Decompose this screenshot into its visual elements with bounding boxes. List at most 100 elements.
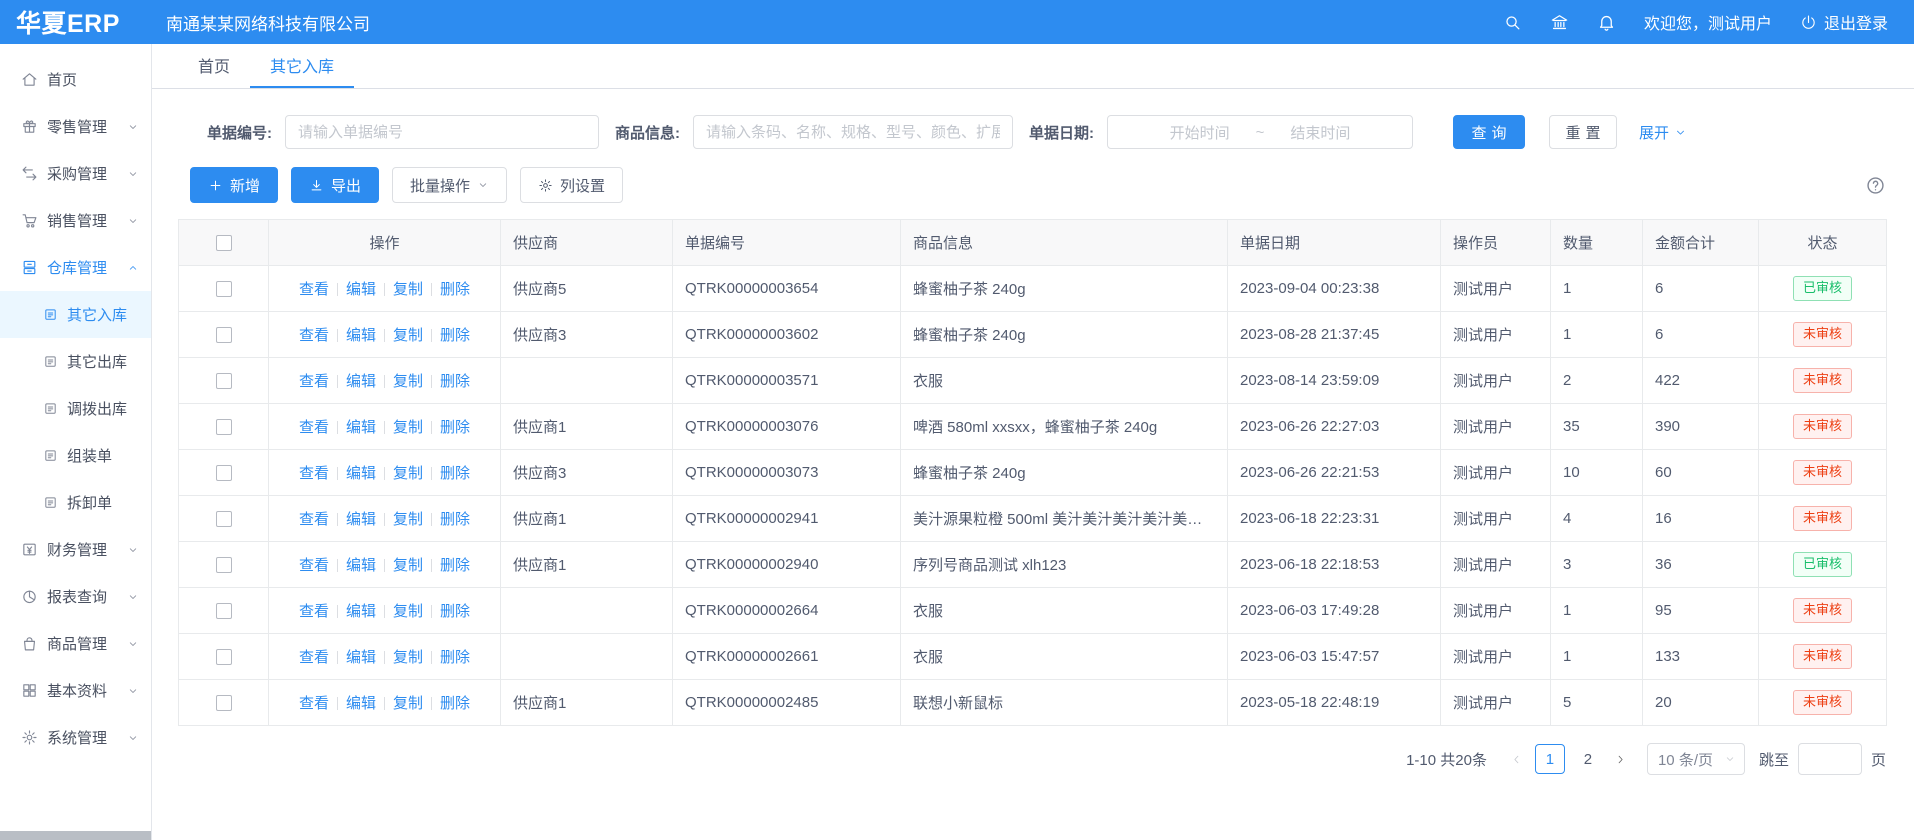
date-range-input[interactable]: 开始时间 ~ 结束时间: [1107, 115, 1413, 149]
row-checkbox[interactable]: [216, 465, 232, 481]
operation-delete[interactable]: 删除: [440, 373, 470, 390]
operation-edit[interactable]: 编辑: [346, 695, 376, 712]
row-checkbox[interactable]: [216, 603, 232, 619]
sidebar-scrollbar[interactable]: [0, 831, 151, 840]
operation-edit[interactable]: 编辑: [346, 511, 376, 528]
operation-view[interactable]: 查看: [299, 511, 329, 528]
cell-bill-no: QTRK00000003073: [673, 450, 901, 496]
search-icon[interactable]: [1503, 13, 1522, 32]
operation-view[interactable]: 查看: [299, 603, 329, 620]
operation-delete[interactable]: 删除: [440, 465, 470, 482]
operation-edit[interactable]: 编辑: [346, 327, 376, 344]
next-page-button[interactable]: [1607, 744, 1635, 774]
table-row: 查看编辑复制删除QTRK00000002661衣服2023-06-03 15:4…: [179, 634, 1887, 680]
operation-view[interactable]: 查看: [299, 327, 329, 344]
sidebar-subitem-transfer-outbound[interactable]: 调拨出库: [0, 385, 151, 432]
operation-copy[interactable]: 复制: [393, 603, 423, 620]
operation-view[interactable]: 查看: [299, 649, 329, 666]
operation-copy[interactable]: 复制: [393, 281, 423, 298]
page-button-1[interactable]: 1: [1535, 744, 1565, 774]
bell-icon[interactable]: [1597, 13, 1616, 32]
tab-home[interactable]: 首页: [178, 44, 250, 88]
cell-goods: 蜂蜜柚子茶 240g: [901, 450, 1228, 496]
sidebar-item-warehouse[interactable]: 仓库管理: [0, 244, 151, 291]
operation-delete[interactable]: 删除: [440, 603, 470, 620]
row-checkbox[interactable]: [216, 695, 232, 711]
bank-icon[interactable]: [1550, 13, 1569, 32]
row-checkbox[interactable]: [216, 281, 232, 297]
sidebar-item-retail[interactable]: 零售管理: [0, 103, 151, 150]
add-button[interactable]: 新增: [190, 167, 278, 203]
row-checkbox-cell: [179, 542, 269, 588]
sidebar-item-report[interactable]: 报表查询: [0, 573, 151, 620]
row-checkbox[interactable]: [216, 327, 232, 343]
select-all-checkbox[interactable]: [216, 235, 232, 251]
operation-view[interactable]: 查看: [299, 373, 329, 390]
operation-delete[interactable]: 删除: [440, 557, 470, 574]
sidebar-subitem-disassembly[interactable]: 拆卸单: [0, 479, 151, 526]
sidebar-item-sales[interactable]: 销售管理: [0, 197, 151, 244]
operation-view[interactable]: 查看: [299, 695, 329, 712]
sidebar-item-goods[interactable]: 商品管理: [0, 620, 151, 667]
operation-copy[interactable]: 复制: [393, 557, 423, 574]
operation-delete[interactable]: 删除: [440, 511, 470, 528]
sidebar-item-label: 基本资料: [47, 680, 107, 701]
cell-goods: 衣服: [901, 634, 1228, 680]
operation-view[interactable]: 查看: [299, 465, 329, 482]
operation-copy[interactable]: 复制: [393, 327, 423, 344]
sidebar-item-home[interactable]: 首页: [0, 56, 151, 103]
row-checkbox[interactable]: [216, 511, 232, 527]
operation-copy[interactable]: 复制: [393, 649, 423, 666]
search-button[interactable]: 查询: [1453, 115, 1525, 149]
operation-view[interactable]: 查看: [299, 557, 329, 574]
operation-edit[interactable]: 编辑: [346, 373, 376, 390]
reset-button[interactable]: 重置: [1549, 115, 1617, 149]
operation-edit[interactable]: 编辑: [346, 603, 376, 620]
page-button-2[interactable]: 2: [1573, 744, 1603, 774]
operation-delete[interactable]: 删除: [440, 649, 470, 666]
page-size-select[interactable]: 10 条/页: [1647, 743, 1745, 775]
sidebar-item-system[interactable]: 系统管理: [0, 714, 151, 761]
row-checkbox[interactable]: [216, 373, 232, 389]
export-button[interactable]: 导出: [291, 167, 379, 203]
column-settings-button[interactable]: 列设置: [520, 167, 623, 203]
operation-view[interactable]: 查看: [299, 281, 329, 298]
operation-copy[interactable]: 复制: [393, 419, 423, 436]
help-circle-icon[interactable]: [1865, 175, 1886, 196]
sidebar-subitem-other-inbound[interactable]: 其它入库: [0, 291, 151, 338]
cell-operator: 测试用户: [1441, 542, 1551, 588]
sidebar-item-finance[interactable]: 财务管理: [0, 526, 151, 573]
sidebar-item-basic[interactable]: 基本资料: [0, 667, 151, 714]
operation-edit[interactable]: 编辑: [346, 557, 376, 574]
logout-button[interactable]: 退出登录: [1800, 10, 1888, 34]
bill-no-input[interactable]: [285, 115, 599, 149]
operation-edit[interactable]: 编辑: [346, 281, 376, 298]
batch-actions-button[interactable]: 批量操作: [392, 167, 507, 203]
expand-link[interactable]: 展开: [1639, 122, 1687, 143]
operation-edit[interactable]: 编辑: [346, 649, 376, 666]
status-badge: 未审核: [1793, 506, 1852, 531]
operation-delete[interactable]: 删除: [440, 327, 470, 344]
goods-input[interactable]: [693, 115, 1013, 149]
operation-delete[interactable]: 删除: [440, 281, 470, 298]
prev-page-button[interactable]: [1503, 744, 1531, 774]
sidebar-subitem-other-outbound[interactable]: 其它出库: [0, 338, 151, 385]
chevron-down-icon: [127, 732, 139, 744]
row-checkbox[interactable]: [216, 419, 232, 435]
sidebar-item-purchase[interactable]: 采购管理: [0, 150, 151, 197]
operation-copy[interactable]: 复制: [393, 695, 423, 712]
row-checkbox[interactable]: [216, 649, 232, 665]
operation-delete[interactable]: 删除: [440, 419, 470, 436]
operation-copy[interactable]: 复制: [393, 373, 423, 390]
operation-delete[interactable]: 删除: [440, 695, 470, 712]
operation-copy[interactable]: 复制: [393, 511, 423, 528]
operation-edit[interactable]: 编辑: [346, 419, 376, 436]
purchase-icon: [21, 165, 38, 182]
tab-other-inbound[interactable]: 其它入库: [250, 44, 354, 88]
jump-page-input[interactable]: [1798, 743, 1862, 775]
row-checkbox[interactable]: [216, 557, 232, 573]
operation-edit[interactable]: 编辑: [346, 465, 376, 482]
operation-view[interactable]: 查看: [299, 419, 329, 436]
sidebar-subitem-assembly[interactable]: 组装单: [0, 432, 151, 479]
operation-copy[interactable]: 复制: [393, 465, 423, 482]
